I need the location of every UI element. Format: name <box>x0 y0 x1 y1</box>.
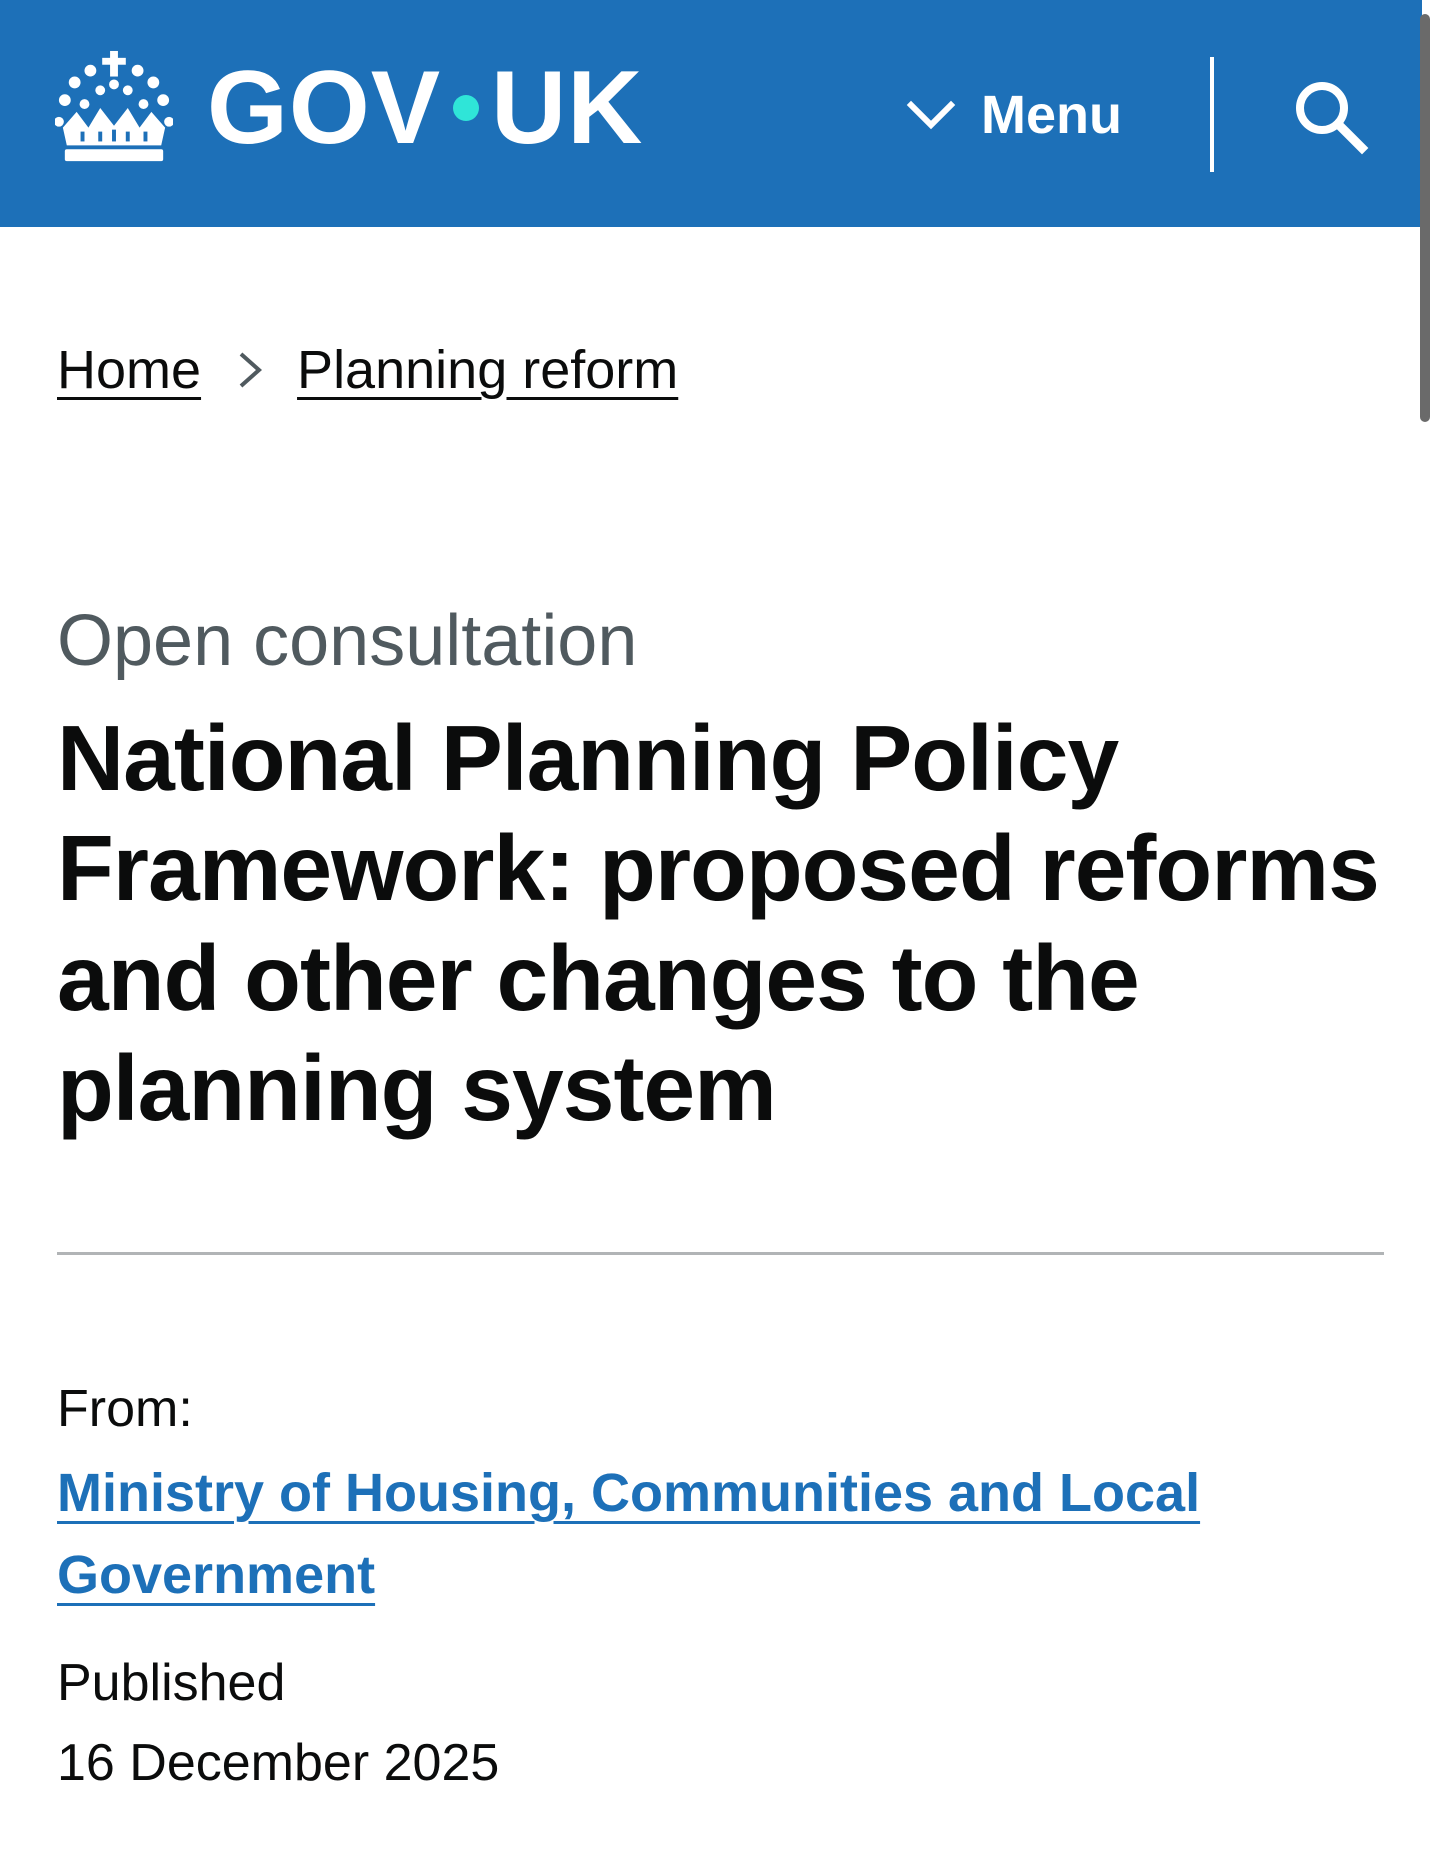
menu-button[interactable]: Menu <box>905 80 1122 150</box>
crown-icon <box>55 50 173 162</box>
breadcrumb: Home Planning reform <box>57 338 678 403</box>
page-title: National Planning Policy Framework: prop… <box>57 706 1380 1140</box>
breadcrumb-home-link[interactable]: Home <box>57 338 201 403</box>
site-header: GOV UK Menu <box>0 0 1422 227</box>
menu-label: Menu <box>981 85 1122 145</box>
chevron-right-icon <box>239 352 263 388</box>
logo-text-gov: GOV <box>207 50 442 166</box>
published-date: 16 December 2025 <box>57 1734 500 1792</box>
published-label: Published <box>57 1654 286 1712</box>
organisation-link[interactable]: Ministry of Housing, Communities and Loc… <box>57 1452 1357 1616</box>
from-label: From: <box>57 1380 193 1438</box>
logo-text-uk: UK <box>491 50 644 166</box>
section-divider <box>57 1252 1384 1255</box>
govuk-logo-link[interactable]: GOV UK <box>55 48 643 168</box>
search-icon[interactable] <box>1290 76 1370 156</box>
page-caption: Open consultation <box>57 601 638 681</box>
header-divider <box>1210 57 1214 172</box>
scrollbar-thumb[interactable] <box>1420 14 1430 422</box>
logo-dot <box>453 95 480 121</box>
logo-wordmark: GOV UK <box>207 56 643 160</box>
breadcrumb-planning-reform-link[interactable]: Planning reform <box>297 338 678 403</box>
page: GOV UK Menu Home Planning reform Open co… <box>0 0 1440 1862</box>
chevron-down-icon <box>906 100 956 130</box>
